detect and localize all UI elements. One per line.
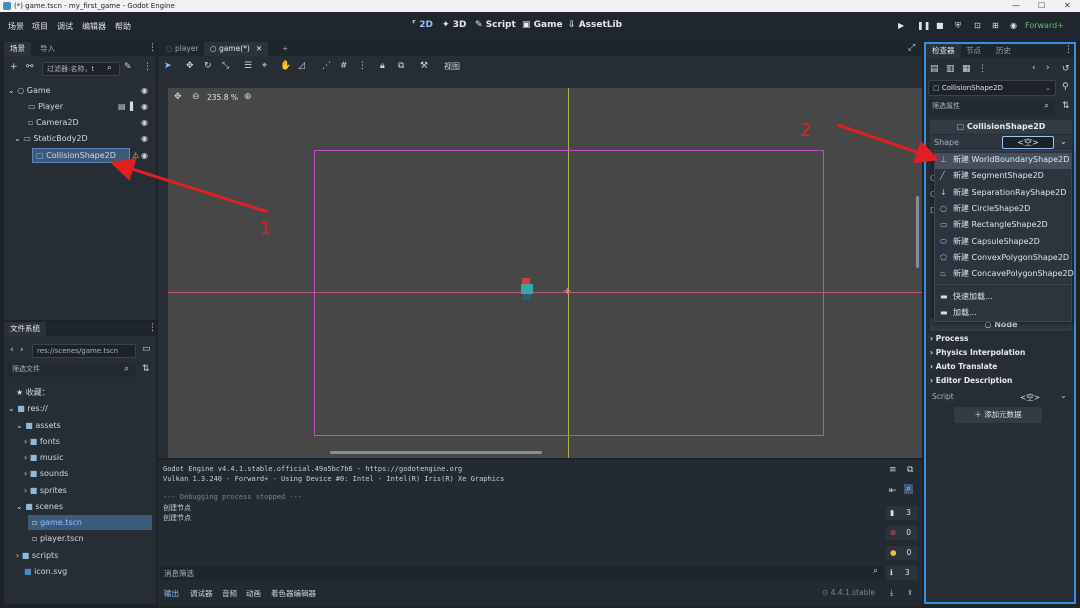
annotation-label-1: 1 xyxy=(260,218,272,239)
annotation-arrow-2 xyxy=(837,123,940,164)
annotation-overlay xyxy=(110,123,940,214)
annotation-label-2: 2 xyxy=(800,120,812,141)
annotation-arrow-1 xyxy=(110,157,269,214)
